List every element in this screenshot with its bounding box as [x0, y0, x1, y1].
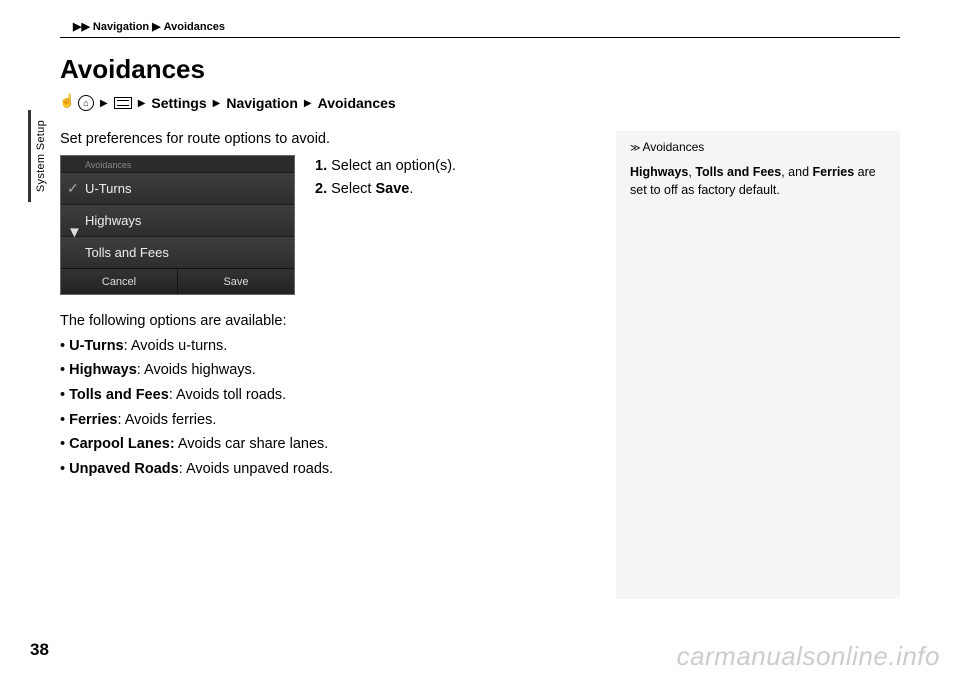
cancel-button[interactable]: Cancel [61, 269, 178, 294]
page-number: 38 [30, 640, 49, 660]
breadcrumb-nav: Navigation [93, 21, 149, 33]
list-item: Ferries: Avoids ferries. [60, 408, 580, 433]
steps-list: 1. Select an option(s). 2. Select Save. [315, 155, 456, 295]
section-tab: System Setup [28, 110, 51, 202]
options-explain: The following options are available: U-T… [60, 309, 580, 481]
chevron-icon: ▶ [213, 98, 221, 109]
list-item: Highways: Avoids highways. [60, 358, 580, 383]
hand-icon [60, 95, 72, 111]
breadcrumb: ▶▶Navigation▶ Avoidances [60, 20, 900, 33]
intro-text: Set preferences for route options to avo… [60, 131, 580, 147]
options-head: The following options are available: [60, 309, 580, 334]
nav-settings: Settings [151, 95, 206, 111]
option-highways[interactable]: Highways [61, 204, 294, 236]
list-item: Unpaved Roads: Avoids unpaved roads. [60, 457, 580, 482]
nav-path: ⌂ ▶ ▶ Settings ▶ Navigation ▶ Avoidances [60, 95, 900, 111]
chevron-icon: ≫ [630, 143, 640, 154]
breadcrumb-current: Avoidances [164, 21, 225, 33]
chevron-icon: ▶ [100, 98, 108, 109]
sidebar-note: ≫Avoidances Highways, Tolls and Fees, an… [616, 131, 900, 599]
step-text: . [409, 181, 413, 197]
step-text: Select [327, 181, 375, 197]
option-uturns[interactable]: U-Turns [61, 172, 294, 204]
step-num: 2. [315, 181, 327, 197]
chevron-icon: ▶ [152, 21, 160, 33]
screenshot-title: Avoidances [61, 160, 294, 172]
watermark: carmanualsonline.info [677, 641, 940, 672]
divider [60, 37, 900, 38]
list-item: Carpool Lanes: Avoids car share lanes. [60, 432, 580, 457]
chevron-icon: ▶ [138, 98, 146, 109]
chevron-icon: ▶ [304, 98, 312, 109]
scroll-down-icon[interactable]: ▼ [67, 224, 82, 241]
option-tolls[interactable]: Tolls and Fees [61, 236, 294, 268]
chevron-icon: ▶▶ [73, 21, 90, 33]
nav-navigation: Navigation [226, 95, 298, 111]
nav-avoidances: Avoidances [318, 95, 396, 111]
device-screenshot: Avoidances U-Turns Highways Tolls and Fe… [60, 155, 295, 295]
step-num: 1. [315, 158, 327, 174]
sidebar-body: Highways, Tolls and Fees, and Ferries ar… [630, 163, 886, 199]
step-bold: Save [375, 181, 409, 197]
home-icon: ⌂ [78, 95, 94, 111]
sidebar-head: ≫Avoidances [630, 139, 886, 157]
list-item: U-Turns: Avoids u-turns. [60, 334, 580, 359]
save-button[interactable]: Save [178, 269, 294, 294]
step-text: Select an option(s). [327, 158, 456, 174]
list-item: Tolls and Fees: Avoids toll roads. [60, 383, 580, 408]
page-title: Avoidances [60, 54, 900, 85]
menu-icon [114, 97, 132, 109]
